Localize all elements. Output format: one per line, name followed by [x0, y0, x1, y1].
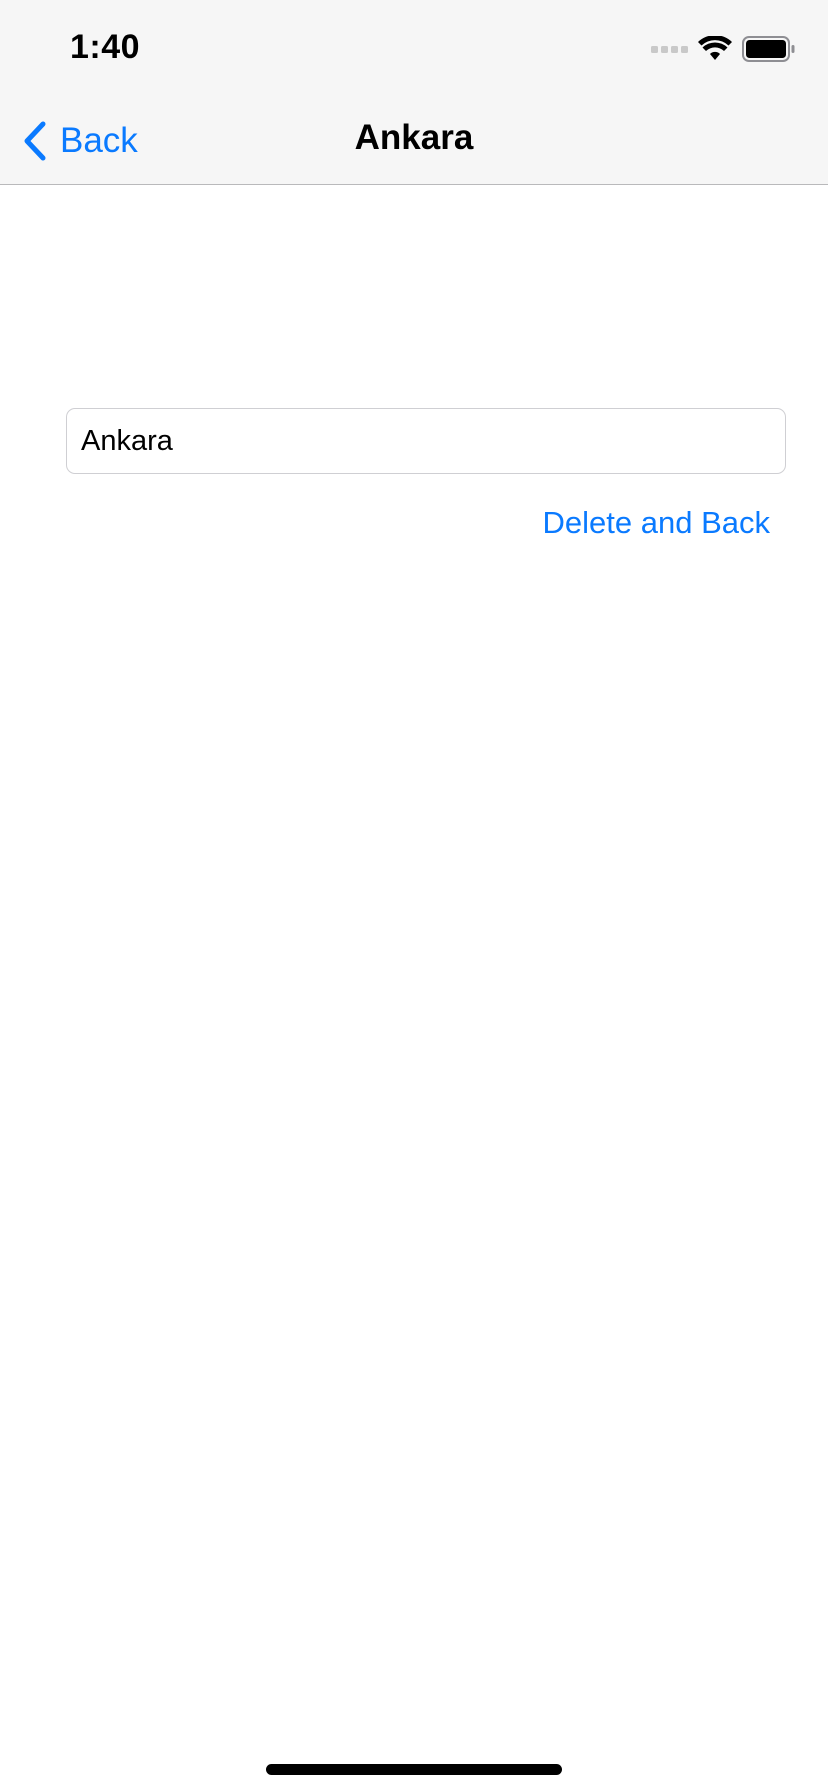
battery-icon: [742, 36, 795, 62]
status-time: 1:40: [70, 28, 141, 66]
wifi-icon: [698, 36, 732, 60]
navigation-header: 1:40 Back Ankara: [0, 0, 828, 185]
signal-icon: [651, 45, 688, 53]
page-title: Ankara: [354, 118, 474, 157]
status-icons: [651, 34, 796, 64]
home-indicator[interactable]: [266, 1764, 562, 1775]
delete-and-back-button[interactable]: Delete and Back: [543, 505, 770, 541]
city-name-input[interactable]: [81, 424, 785, 458]
city-name-field[interactable]: [66, 408, 786, 474]
